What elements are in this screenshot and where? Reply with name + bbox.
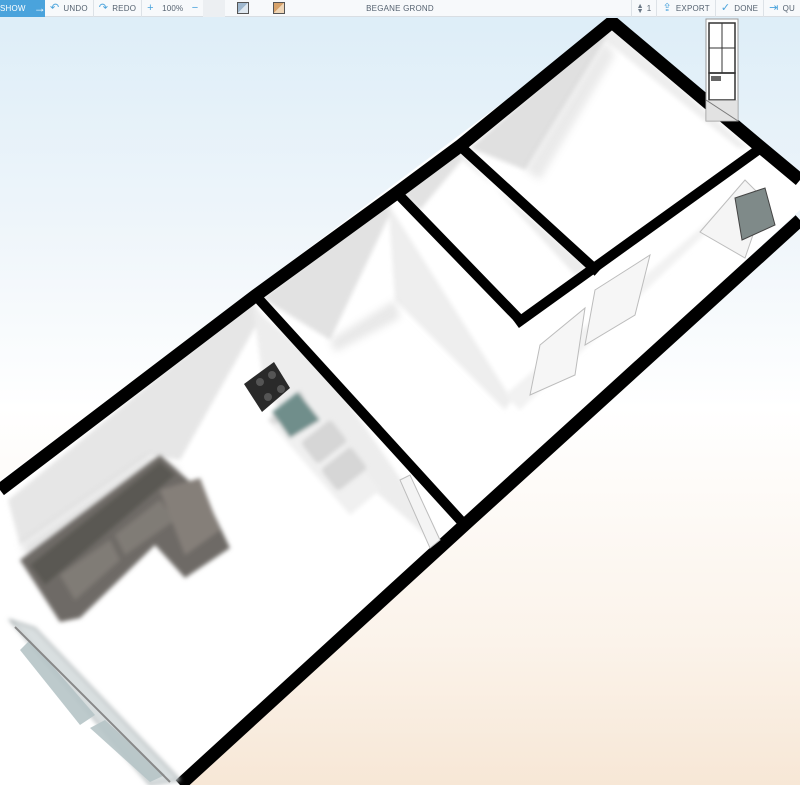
export-label: EXPORT	[675, 4, 710, 13]
minus-icon: −	[191, 1, 199, 14]
show-button[interactable]: SHOW →	[0, 0, 46, 17]
top-toolbar: SHOW → ↶ UNDO ↷ REDO + 100% − BEGANE GRO…	[0, 0, 800, 17]
zoom-level: 100%	[162, 3, 184, 13]
undo-button[interactable]: ↶ UNDO	[45, 0, 93, 17]
quit-label: QU	[782, 4, 795, 13]
zoom-out-button[interactable]: −	[187, 0, 204, 17]
floor-stepper[interactable]: ▲ ▼ 1	[630, 0, 657, 17]
stepper-arrows-icon: ▲ ▼	[636, 2, 644, 15]
view-3d-icon[interactable]	[273, 2, 286, 14]
plus-icon: +	[147, 1, 154, 14]
done-button[interactable]: ✓ DONE	[716, 0, 763, 17]
toolbar-spacer	[203, 0, 226, 17]
export-icon: ⇪	[662, 2, 672, 14]
undo-icon: ↶	[50, 1, 60, 14]
floor-count: 1	[646, 4, 652, 13]
redo-button[interactable]: ↷ REDO	[94, 0, 141, 17]
toolbar-right-group: ▲ ▼ 1 ⇪ EXPORT ✓ DONE ⇥ QU	[630, 0, 800, 17]
done-label: DONE	[734, 4, 759, 13]
minimap[interactable]	[705, 18, 739, 122]
checkmark-icon: ✓	[720, 2, 731, 14]
view-2d-icon[interactable]	[237, 2, 250, 14]
export-button[interactable]: ⇪ EXPORT	[657, 0, 714, 17]
quit-button[interactable]: ⇥ QU	[764, 0, 800, 17]
undo-label: UNDO	[63, 3, 88, 13]
redo-icon: ↷	[98, 1, 109, 14]
exit-icon: ⇥	[769, 2, 779, 14]
redo-label: REDO	[112, 3, 137, 13]
show-label: SHOW	[0, 3, 26, 13]
zoom-in-button[interactable]: +	[142, 0, 159, 17]
floor-plan-3d-view[interactable]	[0, 18, 800, 785]
